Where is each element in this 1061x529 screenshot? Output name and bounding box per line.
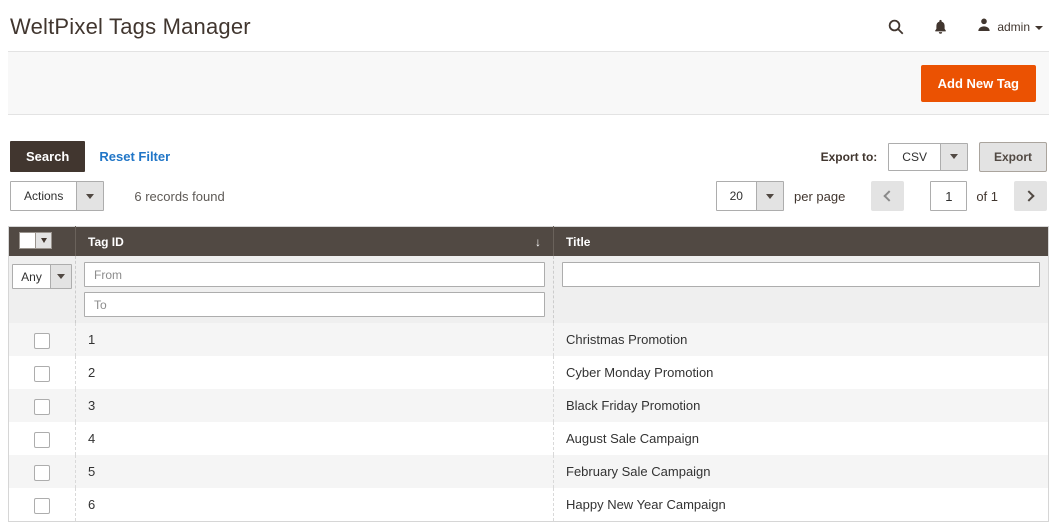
title-filter-cell [553,256,1049,323]
row-checkbox[interactable] [34,365,50,382]
tag-id-cell: 1 [75,323,554,356]
export-format-select[interactable]: CSV [888,142,968,171]
chevron-right-icon [1023,190,1035,202]
bell-icon [932,18,949,36]
mass-select-dropdown[interactable] [19,232,52,249]
tag-id-to-input[interactable] [84,292,545,317]
caret-down-icon [949,154,958,159]
actions-value: Actions [24,189,64,203]
column-header-tag-id[interactable]: Tag ID ↓ [75,226,554,256]
select-all-header [8,226,76,256]
table-row[interactable]: 6 Happy New Year Campaign [8,488,1049,522]
row-select-cell [8,323,76,356]
export-to-label: Export to: [820,149,878,164]
global-search-button[interactable] [887,18,905,36]
mass-select-filter-caret[interactable] [49,265,71,288]
title-column-label: Title [566,234,591,249]
title-cell: Cyber Monday Promotion [553,356,1049,389]
export-button[interactable]: Export [978,141,1047,172]
column-header-title[interactable]: Title [553,226,1049,256]
row-select-cell [8,356,76,389]
tags-manager-page: WeltPixel Tags Manager admin Add New Tag… [0,0,1061,522]
table-row[interactable]: 2 Cyber Monday Promotion [8,356,1049,389]
row-checkbox[interactable] [34,431,50,448]
caret-down-icon [86,193,95,199]
row-select-cell [8,455,76,488]
per-page-label: per page [793,188,846,204]
per-page-select[interactable]: 20 [715,181,784,211]
row-select-cell [8,389,76,422]
export-format-caret[interactable] [939,143,967,170]
grid-controls: Actions 6 records found 20 per page of 1 [8,181,1049,211]
table-row[interactable]: 1 Christmas Promotion [8,323,1049,356]
admin-username: admin [997,20,1030,34]
records-found-text: 6 records found [134,188,225,204]
total-pages-label: of 1 [976,188,998,204]
export-format-value: CSV [902,149,927,164]
tag-id-cell: 2 [75,356,554,389]
per-page-value: 20 [729,189,743,203]
per-page-caret[interactable] [755,182,783,210]
caret-down-icon [765,193,774,199]
previous-page-button[interactable] [871,181,905,211]
mass-select-filter-value: Any [21,269,42,284]
row-checkbox[interactable] [34,332,50,349]
grid-filter-row: Any [8,256,1049,323]
table-row[interactable]: 3 Black Friday Promotion [8,389,1049,422]
tag-id-filter-cell [75,256,554,323]
page-title: WeltPixel Tags Manager [10,14,251,39]
title-cell: August Sale Campaign [553,422,1049,455]
next-page-button[interactable] [1014,181,1047,211]
caret-down-icon [40,238,47,243]
admin-user-menu[interactable]: admin [976,17,1043,38]
chevron-left-icon [883,190,895,202]
row-checkbox[interactable] [34,464,50,481]
sort-descending-icon[interactable]: ↓ [535,235,541,249]
pagination: 20 per page of 1 [715,181,1047,211]
filter-bar: Search Reset Filter Export to: CSV Expor… [8,141,1049,172]
title-cell: Happy New Year Campaign [553,488,1049,522]
page-actions-band: Add New Tag [8,51,1049,115]
chevron-down-icon [1035,26,1043,30]
search-button[interactable]: Search [10,141,86,172]
add-new-tag-button[interactable]: Add New Tag [920,64,1036,102]
select-all-checkbox[interactable] [20,233,35,248]
header-actions: admin [887,17,1043,38]
mass-select-filter-cell: Any [8,256,76,323]
reset-filter-link[interactable]: Reset Filter [99,149,170,164]
tag-id-cell: 6 [75,488,554,522]
mass-select-caret[interactable] [35,233,51,248]
actions-select[interactable]: Actions [10,181,105,211]
title-cell: Black Friday Promotion [553,389,1049,422]
user-icon [976,17,992,38]
caret-down-icon [56,274,65,279]
search-icon [887,18,905,36]
title-filter-input[interactable] [562,262,1040,287]
current-page-input[interactable] [930,181,968,211]
row-select-cell [8,488,76,522]
page-header: WeltPixel Tags Manager admin [8,0,1049,46]
notifications-button[interactable] [932,18,949,36]
export-group: Export to: CSV Export [820,141,1047,172]
tag-id-cell: 5 [75,455,554,488]
tag-id-cell: 3 [75,389,554,422]
row-checkbox[interactable] [34,497,50,514]
tag-id-cell: 4 [75,422,554,455]
title-cell: Christmas Promotion [553,323,1049,356]
row-select-cell [8,422,76,455]
tag-id-column-label: Tag ID [88,234,124,249]
table-row[interactable]: 4 August Sale Campaign [8,422,1049,455]
mass-select-filter[interactable]: Any [12,264,72,289]
tag-id-from-input[interactable] [84,262,545,287]
title-cell: February Sale Campaign [553,455,1049,488]
actions-caret[interactable] [76,182,104,210]
tags-grid: Tag ID ↓ Title Any From To 1 Christmas P… [8,226,1049,522]
grid-header-row: Tag ID ↓ Title [8,226,1049,256]
row-checkbox[interactable] [34,398,50,415]
table-row[interactable]: 5 February Sale Campaign [8,455,1049,488]
